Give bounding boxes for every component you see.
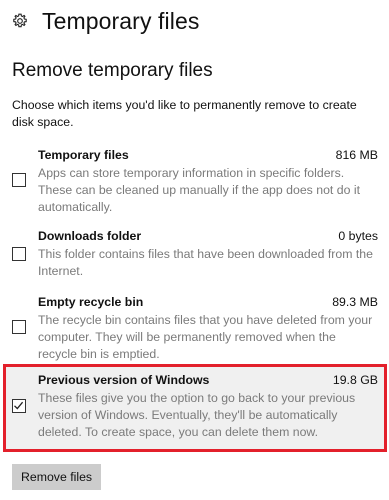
item-size: 19.8 GB bbox=[332, 373, 378, 387]
item-name: Downloads folder bbox=[38, 229, 142, 243]
item-name: Previous version of Windows bbox=[38, 373, 210, 387]
item-name: Empty recycle bin bbox=[38, 295, 144, 309]
gear-icon bbox=[13, 13, 27, 28]
item-size: 816 MB bbox=[335, 148, 378, 162]
item-description: The recycle bin contains files that you … bbox=[38, 313, 373, 361]
remove-files-button[interactable]: Remove files bbox=[12, 464, 102, 490]
cleanup-item-downloads-folder[interactable]: Downloads folder 0 bytes This folder con… bbox=[6, 229, 384, 280]
item-size: 0 bytes bbox=[338, 229, 378, 243]
cleanup-item-temporary-files[interactable]: Temporary files 816 MB Apps can store te… bbox=[6, 148, 384, 216]
section-title: Remove temporary files bbox=[12, 60, 213, 81]
cleanup-item-previous-windows[interactable]: Previous version of Windows 19.8 GB Thes… bbox=[3, 364, 387, 452]
cleanup-item-empty-recycle-bin[interactable]: Empty recycle bin 89.3 MB The recycle bi… bbox=[6, 295, 384, 363]
item-description: Apps can store temporary information in … bbox=[38, 166, 360, 214]
item-name: Temporary files bbox=[38, 148, 129, 162]
item-description: These files give you the option to go ba… bbox=[38, 391, 356, 439]
item-description: This folder contains files that have bee… bbox=[38, 247, 373, 278]
page-title: Temporary files bbox=[42, 7, 200, 34]
page-header: Temporary files bbox=[12, 4, 199, 38]
item-size: 89.3 MB bbox=[332, 295, 378, 309]
description-text: Choose which items you'd like to permane… bbox=[12, 98, 357, 129]
